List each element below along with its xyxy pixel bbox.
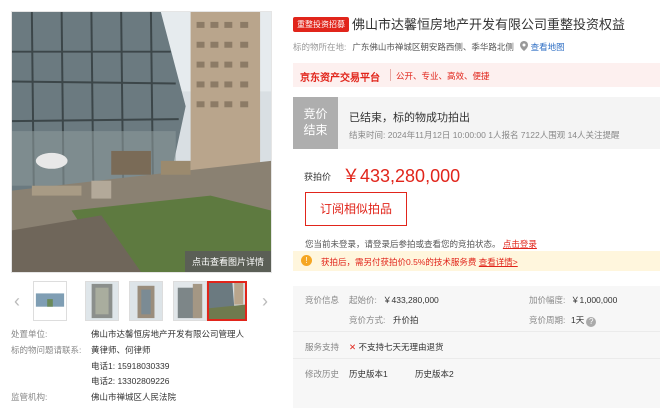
period-value: 1天 <box>571 315 585 325</box>
thumbnail-2[interactable] <box>85 281 119 321</box>
method-label: 竞价方式: <box>349 315 386 325</box>
view-map-link[interactable]: 查看地图 <box>531 42 565 52</box>
help-icon[interactable]: ? <box>586 317 597 327</box>
divider <box>293 358 660 359</box>
service-fee-notice: ! 获拍后，需另付获拍价0.5%的技术服务费 查看详情> <box>293 251 660 271</box>
final-price-label: 获拍价 <box>304 172 332 182</box>
service-text: 不支持七天无理由退货 <box>358 342 444 352</box>
status-badge-line1: 竞价 <box>303 107 328 121</box>
close-icon: ✕ <box>349 342 357 352</box>
final-price-value: ￥433,280,000 <box>342 166 461 186</box>
contact-row: 标的物问题请联系: 黄律师、何律师 <box>11 344 151 356</box>
thumbnail-1[interactable] <box>33 281 67 321</box>
phone-1: 电话1: 15918030339 <box>91 361 170 371</box>
restructuring-tag: 重整投资招募 <box>293 17 349 32</box>
history-version-1-link[interactable]: 历史版本1 <box>349 368 388 380</box>
service-row: ✕ 不支持七天无理由退货 <box>349 341 444 353</box>
location-row: 标的物所在地: 广东佛山市禅城区朝安路西侧、季华路北侧 查看地图 <box>293 41 565 53</box>
platform-banner: 京东资产交易平台 公开、专业、高效、便捷 <box>293 63 660 87</box>
construction-site-image <box>12 12 271 272</box>
phone-2: 电话2: 13302809226 <box>91 376 170 386</box>
status-text: 已结束，标的物成功拍出 <box>349 112 470 124</box>
map-pin-icon <box>520 41 529 51</box>
fee-text: 获拍后，需另付获拍价0.5%的技术服务费 <box>321 257 477 267</box>
main-photo[interactable]: 点击查看图片详情 <box>11 11 272 273</box>
regulator-row: 监管机构: 佛山市禅城区人民法院 <box>11 391 176 403</box>
history-version-2-link[interactable]: 历史版本2 <box>415 368 454 380</box>
thumbnail-5-selected[interactable] <box>207 281 247 321</box>
info-label: 标的物问题请联系: <box>11 345 82 355</box>
next-thumbnail-button[interactable]: › <box>259 291 271 311</box>
info-value: 黄律师、何律师 <box>91 345 151 355</box>
start-price-label: 起始价: <box>349 295 377 305</box>
login-tip-text: 您当前未登录，请登录后参拍或查看您的竞拍状态。 <box>305 239 501 249</box>
location-label: 标的物所在地: <box>293 42 347 52</box>
login-link[interactable]: 点击登录 <box>503 239 537 249</box>
view-photo-details-button[interactable]: 点击查看图片详情 <box>184 251 271 272</box>
period-label: 竞价周期: <box>529 315 566 325</box>
divider <box>390 69 391 81</box>
thumbnail-4[interactable] <box>173 281 207 321</box>
service-label: 服务支持 <box>305 342 340 352</box>
fee-details-link[interactable]: 查看详情> <box>479 257 518 267</box>
location-value: 广东佛山市禅城区朝安路西侧、季华路北侧 <box>352 42 514 52</box>
login-tip: 您当前未登录，请登录后参拍或查看您的竞拍状态。 点击登录 <box>305 238 537 250</box>
period-value-row: 1天? <box>571 314 597 327</box>
thumbnail-3[interactable] <box>129 281 163 321</box>
disposal-unit-row: 处置单位: 佛山市达馨恒房地产开发有限公司管理人 <box>11 328 244 340</box>
auction-status-box: 竞价 结束 已结束，标的物成功拍出 结束时间: 2024年11月12日 10:0… <box>293 97 660 149</box>
price-info-label: 竞价信息 <box>305 295 340 305</box>
auction-details: 竞价信息 起始价: ￥433,280,000 加价幅度: ￥1,000,000 … <box>293 286 660 408</box>
prev-thumbnail-button[interactable]: ‹ <box>11 291 23 311</box>
info-label: 监管机构: <box>11 392 48 402</box>
thumbnail-strip: ‹ › <box>11 281 272 323</box>
method-value: 升价拍 <box>393 315 419 325</box>
status-badge-line2: 结束 <box>303 123 328 137</box>
page-title: 佛山市达馨恒房地产开发有限公司重整投资权益 <box>352 17 626 32</box>
info-value: 佛山市禅城区人民法院 <box>91 392 177 402</box>
info-label: 处置单位: <box>11 329 48 339</box>
warning-icon: ! <box>301 255 312 266</box>
status-meta: 结束时间: 2024年11月12日 10:00:00 1人报名 7122人围观 … <box>349 130 620 140</box>
start-price-value: ￥433,280,000 <box>383 295 439 305</box>
history-label: 修改历史 <box>305 369 340 379</box>
platform-slogan: 公开、专业、高效、便捷 <box>396 71 490 81</box>
fee-text-row: 获拍后，需另付获拍价0.5%的技术服务费 查看详情> <box>321 256 518 268</box>
info-value: 佛山市达馨恒房地产开发有限公司管理人 <box>91 329 245 339</box>
status-badge: 竞价 结束 <box>293 97 338 149</box>
divider <box>293 331 660 332</box>
subscribe-similar-button[interactable]: 订阅相似拍品 <box>305 192 407 226</box>
increment-value: ￥1,000,000 <box>571 295 618 305</box>
increment-label: 加价幅度: <box>529 295 566 305</box>
platform-brand: 京东资产交易平台 <box>300 73 380 84</box>
